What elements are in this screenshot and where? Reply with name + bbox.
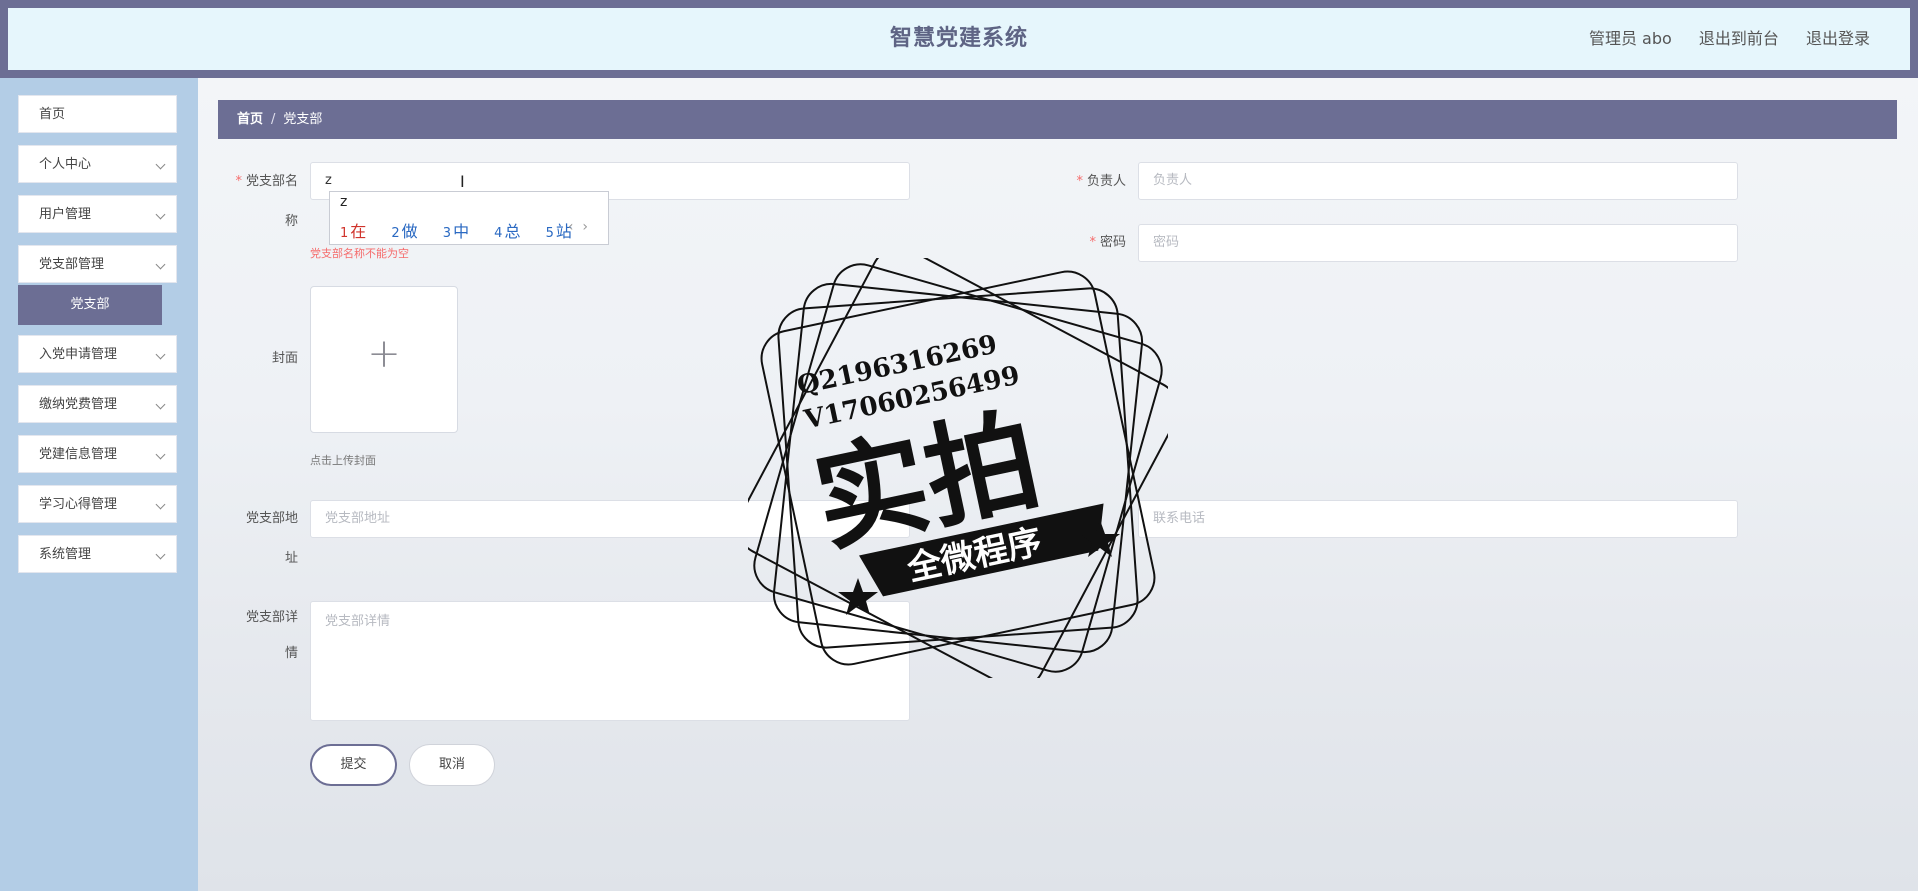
- cancel-button[interactable]: 取消: [409, 744, 495, 786]
- chevron-down-icon: [155, 549, 166, 560]
- header-links: 管理员 abo 退出到前台 退出登录: [1567, 8, 1870, 70]
- detail-label-cont: 情: [284, 646, 298, 661]
- cover-label: 封面: [271, 351, 298, 366]
- cover-upload-box[interactable]: +: [310, 286, 458, 433]
- sidebar-item-application[interactable]: 入党申请管理: [18, 335, 177, 373]
- top-header: 智慧党建系统 管理员 abo 退出到前台 退出登录: [8, 8, 1910, 70]
- ime-candidates: 1在 2做 3中 4总 5站: [340, 218, 592, 242]
- detail-label: 党支部详: [245, 610, 298, 625]
- password-input[interactable]: 密码: [1138, 224, 1738, 262]
- password-label: * 密码: [1089, 235, 1126, 250]
- required-mark: *: [1076, 174, 1083, 189]
- breadcrumb: 首页 / 党支部: [218, 100, 1897, 139]
- plus-icon: +: [367, 331, 401, 377]
- sidebar-item-party-info[interactable]: 党建信息管理: [18, 435, 177, 473]
- chevron-down-icon: [155, 209, 166, 220]
- sidebar-item-label: 缴纳党费管理: [39, 397, 118, 412]
- ime-candidate[interactable]: 1在: [340, 222, 376, 241]
- sidebar-item-label: 用户管理: [39, 207, 92, 222]
- chevron-down-icon: [155, 399, 166, 410]
- chevron-down-icon: [155, 499, 166, 510]
- sidebar-item-study-notes[interactable]: 学习心得管理: [18, 485, 177, 523]
- ime-candidate[interactable]: 4总: [494, 222, 530, 241]
- chevron-down-icon: [155, 349, 166, 360]
- chevron-down-icon: [155, 159, 166, 170]
- ime-typed-text: z: [340, 194, 348, 210]
- phone-input[interactable]: 联系电话: [1138, 500, 1738, 538]
- sidebar-item-system[interactable]: 系统管理: [18, 535, 177, 573]
- leader-label: * 负责人: [1076, 174, 1126, 189]
- sidebar-item-label: 党支部管理: [39, 257, 105, 272]
- watermark-stamp: Q2196316269 V17060256499 实拍 全微程序: [748, 258, 1168, 678]
- sidebar-item-label: 学习心得管理: [39, 497, 118, 512]
- sidebar: 首页 个人中心 用户管理 党支部管理 党支部 入党申请管理 缴纳党费管理 党建信…: [0, 78, 198, 891]
- required-mark: *: [235, 174, 242, 189]
- ime-candidate[interactable]: 3中: [443, 222, 479, 241]
- ime-candidate-popup: z 1在 2做 3中 4总 5站 ‹ ›: [329, 191, 609, 245]
- branch-name-label: * 党支部名: [235, 174, 298, 189]
- chevron-down-icon: [155, 259, 166, 270]
- branch-name-label-cont: 称: [284, 214, 298, 229]
- address-label-cont: 址: [284, 551, 298, 566]
- branch-name-error: 党支部名称不能为空: [310, 247, 409, 260]
- sidebar-item-profile[interactable]: 个人中心: [18, 145, 177, 183]
- sidebar-item-branch-mgmt[interactable]: 党支部管理: [18, 245, 177, 283]
- submit-button[interactable]: 提交: [310, 744, 397, 786]
- sidebar-item-dues[interactable]: 缴纳党费管理: [18, 385, 177, 423]
- sidebar-item-label: 首页: [39, 107, 66, 122]
- breadcrumb-current: 党支部: [283, 112, 323, 127]
- sidebar-item-label: 系统管理: [39, 547, 92, 562]
- chevron-right-icon[interactable]: ›: [582, 219, 588, 235]
- chevron-left-icon[interactable]: ‹: [568, 219, 574, 235]
- star-icon: [838, 578, 878, 615]
- sidebar-item-home[interactable]: 首页: [18, 95, 177, 133]
- chevron-down-icon: [155, 449, 166, 460]
- text-cursor-icon: I: [460, 172, 465, 191]
- cover-upload-hint: 点击上传封面: [310, 454, 376, 467]
- logout-link[interactable]: 退出登录: [1806, 29, 1870, 48]
- leader-input[interactable]: 负责人: [1138, 162, 1738, 200]
- sidebar-item-label: 个人中心: [39, 157, 92, 172]
- breadcrumb-home[interactable]: 首页: [237, 112, 263, 127]
- exit-to-front-link[interactable]: 退出到前台: [1699, 29, 1779, 48]
- ime-page-arrows[interactable]: ‹ ›: [568, 219, 588, 235]
- ime-candidate[interactable]: 2做: [391, 222, 427, 241]
- sidebar-subitem-branch[interactable]: 党支部: [18, 285, 162, 325]
- sidebar-item-label: 入党申请管理: [39, 347, 118, 362]
- admin-user-label[interactable]: 管理员 abo: [1589, 29, 1672, 48]
- address-label: 党支部地: [245, 511, 298, 526]
- sidebar-item-label: 党建信息管理: [39, 447, 118, 462]
- required-mark: *: [1089, 235, 1096, 250]
- sidebar-item-users[interactable]: 用户管理: [18, 195, 177, 233]
- breadcrumb-separator: /: [271, 112, 276, 127]
